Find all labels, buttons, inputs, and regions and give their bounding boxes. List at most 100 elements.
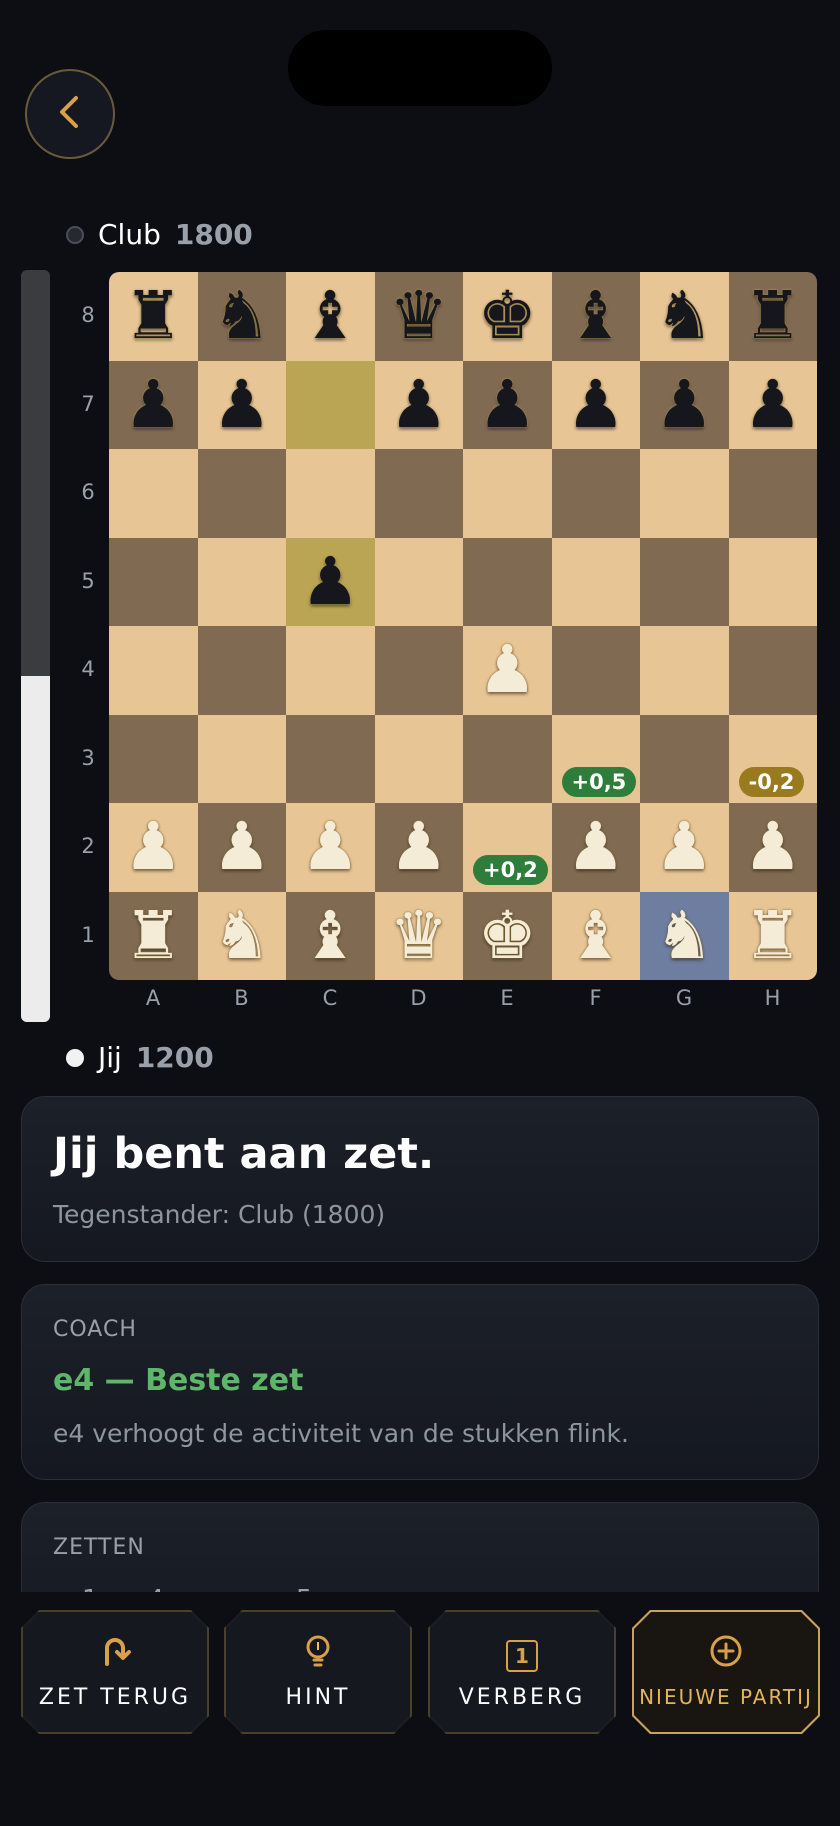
square-b3[interactable] (197, 714, 286, 803)
square-g3[interactable] (640, 714, 729, 803)
square-a5[interactable] (109, 537, 198, 626)
square-b7[interactable]: ♟ (197, 360, 286, 449)
black-pawn-icon[interactable]: ♟ (212, 371, 271, 438)
square-a7[interactable]: ♟ (109, 360, 198, 449)
back-button[interactable] (25, 69, 115, 159)
black-pawn-icon[interactable]: ♟ (124, 371, 183, 438)
square-f6[interactable] (551, 449, 640, 538)
new-game-button[interactable]: NIEUWE PARTIJ (632, 1610, 820, 1734)
square-g5[interactable] (640, 537, 729, 626)
square-h1[interactable]: ♜ (728, 891, 817, 980)
square-e6[interactable] (463, 449, 552, 538)
white-knight-icon[interactable]: ♞ (212, 902, 271, 969)
square-c2[interactable]: ♟ (286, 803, 375, 892)
square-a6[interactable] (109, 449, 198, 538)
square-g6[interactable] (640, 449, 729, 538)
square-a4[interactable] (109, 626, 198, 715)
black-knight-icon[interactable]: ♞ (212, 283, 271, 349)
square-b5[interactable] (197, 537, 286, 626)
black-pawn-icon[interactable]: ♟ (566, 371, 625, 438)
black-bishop-icon[interactable]: ♝ (566, 283, 625, 349)
black-pawn-icon[interactable]: ♟ (389, 371, 448, 438)
black-bishop-icon[interactable]: ♝ (301, 283, 360, 349)
square-a3[interactable] (109, 714, 198, 803)
square-d6[interactable] (374, 449, 463, 538)
white-rook-icon[interactable]: ♜ (743, 902, 802, 969)
square-d1[interactable]: ♛ (374, 891, 463, 980)
black-queen-icon[interactable]: ♛ (389, 283, 448, 349)
black-rook-icon[interactable]: ♜ (124, 283, 183, 349)
white-pawn-icon[interactable]: ♟ (124, 814, 183, 880)
square-b1[interactable]: ♞ (197, 891, 286, 980)
square-b2[interactable]: ♟ (197, 803, 286, 892)
black-rook-icon[interactable]: ♜ (743, 283, 802, 349)
white-pawn-icon[interactable]: ♟ (743, 814, 802, 880)
square-e3[interactable] (463, 714, 552, 803)
white-pawn-icon[interactable]: ♟ (478, 637, 537, 703)
white-pawn-icon[interactable]: ♟ (389, 814, 448, 880)
hint-button[interactable]: HINT (224, 1610, 412, 1734)
white-knight-icon[interactable]: ♞ (655, 902, 714, 969)
black-king-icon[interactable]: ♚ (478, 283, 537, 349)
hide-button[interactable]: 1 VERBERG (428, 1610, 616, 1734)
square-c8[interactable]: ♝ (286, 272, 375, 361)
square-c3[interactable] (286, 714, 375, 803)
white-rook-icon[interactable]: ♜ (124, 902, 183, 969)
white-pawn-icon[interactable]: ♟ (655, 814, 714, 880)
square-d4[interactable] (374, 626, 463, 715)
square-h7[interactable]: ♟ (728, 360, 817, 449)
white-pawn-icon[interactable]: ♟ (212, 814, 271, 880)
black-pawn-icon[interactable]: ♟ (478, 371, 537, 438)
square-d3[interactable] (374, 714, 463, 803)
white-queen-icon[interactable]: ♛ (389, 902, 448, 969)
square-d5[interactable] (374, 537, 463, 626)
square-a2[interactable]: ♟ (109, 803, 198, 892)
square-h5[interactable] (728, 537, 817, 626)
square-c1[interactable]: ♝ (286, 891, 375, 980)
square-c7[interactable] (286, 360, 375, 449)
black-pawn-icon[interactable]: ♟ (743, 371, 802, 438)
square-f2[interactable]: ♟ (551, 803, 640, 892)
square-f7[interactable]: ♟ (551, 360, 640, 449)
square-f8[interactable]: ♝ (551, 272, 640, 361)
square-e5[interactable] (463, 537, 552, 626)
black-pawn-icon[interactable]: ♟ (655, 371, 714, 438)
white-pawn-icon[interactable]: ♟ (566, 814, 625, 880)
undo-move-button[interactable]: ZET TERUG (21, 1610, 209, 1734)
square-h4[interactable] (728, 626, 817, 715)
square-d8[interactable]: ♛ (374, 272, 463, 361)
square-h8[interactable]: ♜ (728, 272, 817, 361)
white-king-icon[interactable]: ♚ (478, 902, 537, 969)
square-g2[interactable]: ♟ (640, 803, 729, 892)
white-bishop-icon[interactable]: ♝ (566, 902, 625, 969)
square-h2[interactable]: ♟ (728, 803, 817, 892)
square-a1[interactable]: ♜ (109, 891, 198, 980)
square-e4[interactable]: ♟ (463, 626, 552, 715)
square-c6[interactable] (286, 449, 375, 538)
square-h6[interactable] (728, 449, 817, 538)
square-f1[interactable]: ♝ (551, 891, 640, 980)
undo-icon (21, 1634, 209, 1677)
white-bishop-icon[interactable]: ♝ (301, 902, 360, 969)
square-e1[interactable]: ♚ (463, 891, 552, 980)
black-knight-icon[interactable]: ♞ (655, 283, 714, 349)
square-e7[interactable]: ♟ (463, 360, 552, 449)
square-g8[interactable]: ♞ (640, 272, 729, 361)
square-d7[interactable]: ♟ (374, 360, 463, 449)
square-c4[interactable] (286, 626, 375, 715)
square-d2[interactable]: ♟ (374, 803, 463, 892)
square-c5[interactable]: ♟ (286, 537, 375, 626)
square-g1[interactable]: ♞ (640, 891, 729, 980)
black-pawn-icon[interactable]: ♟ (301, 548, 360, 615)
white-pawn-icon[interactable]: ♟ (301, 814, 360, 880)
square-g4[interactable] (640, 626, 729, 715)
square-g7[interactable]: ♟ (640, 360, 729, 449)
square-a8[interactable]: ♜ (109, 272, 198, 361)
square-b6[interactable] (197, 449, 286, 538)
square-f5[interactable] (551, 537, 640, 626)
square-e8[interactable]: ♚ (463, 272, 552, 361)
square-b8[interactable]: ♞ (197, 272, 286, 361)
square-b4[interactable] (197, 626, 286, 715)
square-f4[interactable] (551, 626, 640, 715)
chess-board[interactable]: ♜ ♞ ♝ ♛ ♚ ♝ ♞ ♜ ♟ ♟ ♟ ♟ ♟ ♟ ♟ ♟ ♟ ♟ ♟ ♟ ♟ ♟ ♟ ♟ ♜ ♞ ♝ ♛ ♚ ♝ ♞ ♜ (109, 272, 817, 980)
